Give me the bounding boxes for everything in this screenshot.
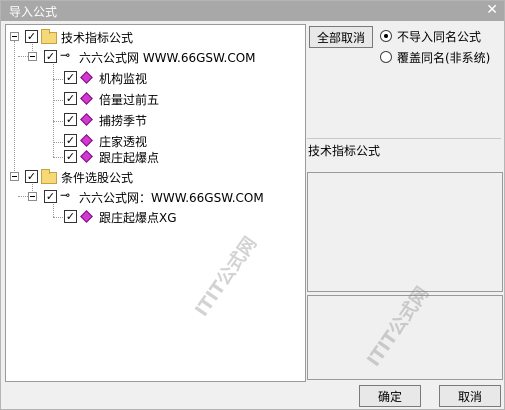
formula-tree[interactable]: ✓ 技术指标公式 ✓ ⊸ 六六公式网 WWW.66GSW.COM ✓ 机构监视 … [5,24,306,382]
tree-group-select[interactable]: ✓ 条件选股公式 [6,167,296,187]
cancel-all-button[interactable]: 全部取消 [309,26,373,48]
divider [307,138,501,139]
item-checkbox[interactable]: ✓ [64,71,77,84]
tree-item[interactable]: ✓ 捕捞季节 [6,110,296,130]
tree-item[interactable]: ✓ 跟庄起爆点 [6,147,296,167]
title-bar[interactable]: 导入公式 ✕ [1,1,504,21]
formula-diamond-icon [80,210,93,223]
formula-diamond-icon [80,113,93,126]
item-checkbox[interactable]: ✓ [64,92,77,105]
source-label: 六六公式网 WWW.66GSW.COM [79,51,256,65]
formula-diamond-icon [80,71,93,84]
group-label: 条件选股公式 [61,171,134,185]
formula-diamond-icon [80,134,93,147]
item-checkbox[interactable]: ✓ [64,134,77,147]
item-checkbox[interactable]: ✓ [64,113,77,126]
tree-item[interactable]: ✓ 机构监视 [6,68,296,88]
group-checkbox[interactable]: ✓ [25,30,38,43]
formula-type-label: 技术指标公式 [308,144,381,158]
item-label: 机构监视 [99,72,148,86]
tree-source-row[interactable]: ✓ ⊸ 六六公式网 WWW.66GSW.COM [6,47,296,67]
collapse-toggle-icon[interactable] [10,32,19,41]
key-icon: ⊸ [60,188,71,202]
tree-group-tech[interactable]: ✓ 技术指标公式 [6,27,296,47]
item-checkbox[interactable]: ✓ [64,210,77,223]
radio-overwrite[interactable] [380,51,392,63]
source-label: 六六公式网：WWW.66GSW.COM [79,191,264,205]
formula-info-box [307,172,503,292]
item-label: 捕捞季节 [99,114,148,128]
source-checkbox[interactable]: ✓ [44,190,57,203]
group-checkbox[interactable]: ✓ [25,170,38,183]
collapse-toggle-icon[interactable] [28,192,37,201]
folder-icon [41,169,57,184]
item-label: 倍量过前五 [99,93,160,107]
collapse-toggle-icon[interactable] [10,172,19,181]
folder-icon [41,29,57,44]
close-icon[interactable]: ✕ [486,2,498,18]
tree-item[interactable]: ✓ 跟庄起爆点XG [6,207,296,227]
item-label: 跟庄起爆点XG [99,211,177,225]
group-label: 技术指标公式 [61,31,134,45]
import-formula-dialog: 导入公式 ✕ ✓ 技术指标公式 ✓ ⊸ 六六公式网 WWW.66GSW.COM [0,0,505,410]
tree-item[interactable]: ✓ 倍量过前五 [6,89,296,109]
item-label: 跟庄起爆点 [99,151,160,165]
item-checkbox[interactable]: ✓ [64,150,77,163]
radio-overwrite-label: 覆盖同名(非系统) [397,51,491,65]
cancel-button[interactable]: 取消 [439,385,501,407]
dialog-title: 导入公式 [9,5,58,19]
formula-diamond-icon [80,150,93,163]
key-icon: ⊸ [60,48,71,62]
radio-skip-duplicates-label: 不导入同名公式 [397,30,482,44]
collapse-toggle-icon[interactable] [28,52,37,61]
ok-button[interactable]: 确定 [359,385,421,407]
radio-skip-duplicates[interactable] [380,30,392,42]
source-checkbox[interactable]: ✓ [44,50,57,63]
formula-diamond-icon [80,92,93,105]
tree-source-row[interactable]: ✓ ⊸ 六六公式网：WWW.66GSW.COM [6,187,296,207]
